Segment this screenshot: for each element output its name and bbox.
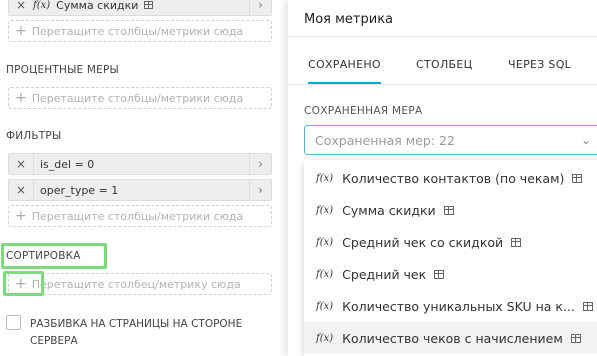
table-icon	[570, 333, 581, 343]
saved-metric-select[interactable]: Сохраненная мер: 22 ⌄	[304, 125, 597, 155]
function-icon: f(x)	[316, 268, 334, 280]
option-label: Средний чек со скидкой	[342, 234, 504, 250]
pagination-checkbox[interactable]	[6, 315, 21, 330]
option-label: Средний чек	[342, 266, 427, 282]
table-icon	[434, 269, 445, 279]
chevron-right-icon[interactable]: ›	[249, 0, 271, 15]
plus-icon: +	[15, 90, 27, 106]
popup-title: Моя метрика	[304, 12, 394, 27]
divider	[288, 84, 597, 85]
drop-placeholder: Перетащите столбцы/метрики сюда	[31, 91, 244, 105]
drop-placeholder: Перетащите столбцы/метрики сюда	[31, 24, 244, 38]
dropdown-option[interactable]: f(x) Количество уникальных SKU на к...	[304, 290, 597, 322]
percent-metrics-heading: ПРОЦЕНТНЫЕ МЕРЫ	[6, 64, 120, 76]
sorting-heading: СОРТИРОВКА	[6, 250, 81, 262]
close-icon[interactable]: ×	[9, 183, 33, 197]
filter-chip-label: is_del = 0	[33, 154, 249, 174]
table-icon	[144, 1, 154, 9]
option-label: Количество контактов (по чекам)	[342, 170, 565, 186]
tab-sql[interactable]: ЧЕРЕЗ SQL	[508, 58, 571, 71]
tab-column[interactable]: СТОЛБЕЦ	[416, 58, 472, 71]
select-placeholder: Сохраненная мер: 22	[315, 132, 455, 148]
function-icon: f(x)	[316, 332, 334, 344]
function-icon: f(x)	[316, 204, 334, 216]
chevron-right-icon[interactable]: ›	[249, 180, 271, 200]
filters-heading: ФИЛЬТРЫ	[6, 130, 62, 142]
function-icon: f(x)	[316, 300, 334, 312]
metric-chip-label: Сумма скидки	[56, 0, 139, 12]
dropdown-option[interactable]: f(x) Средний чек	[304, 258, 597, 290]
table-icon	[443, 205, 454, 215]
plus-icon: +	[15, 208, 27, 224]
metric-chip[interactable]: × f(x) Сумма скидки ›	[8, 0, 272, 16]
filter-chip-label: oper_type = 1	[33, 180, 249, 200]
sorting-drop-zone[interactable]: + Перетащите столбец/метрику сюда	[8, 273, 272, 295]
tab-saved[interactable]: СОХРАНЕНО	[308, 58, 381, 84]
option-label: Сумма скидки	[342, 202, 436, 218]
filters-drop-zone[interactable]: + Перетащите столбцы/метрики сюда	[8, 205, 272, 227]
drop-placeholder: Перетащите столбцы/метрики сюда	[31, 209, 244, 223]
plus-icon: +	[15, 23, 27, 39]
table-icon	[572, 173, 583, 183]
filter-chip[interactable]: × oper_type = 1 ›	[8, 179, 272, 201]
metrics-drop-zone[interactable]: + Перетащите столбцы/метрики сюда	[8, 20, 272, 42]
query-panel: × f(x) Сумма скидки › + Перетащите столб…	[0, 0, 286, 356]
option-label: Количество уникальных SKU на к...	[342, 298, 575, 314]
pagination-label: РАЗБИВКА НА СТРАНИЦЫ НА СТОРОНЕ СЕРВЕРА	[30, 318, 243, 347]
chevron-right-icon[interactable]: ›	[249, 154, 271, 174]
close-icon[interactable]: ×	[9, 0, 33, 12]
function-icon: f(x)	[33, 0, 51, 11]
close-icon[interactable]: ×	[9, 157, 33, 171]
option-label: Количество чеков с начислением	[342, 330, 563, 346]
saved-metric-dropdown: f(x) Количество контактов (по чекам) f(x…	[304, 160, 597, 356]
table-icon	[511, 237, 522, 247]
dropdown-option[interactable]: f(x) Средний чек со скидкой	[304, 226, 597, 258]
dropdown-option[interactable]: f(x) Количество контактов (по чекам)	[304, 162, 597, 194]
dropdown-option[interactable]: f(x) Количество чеков с начислением	[304, 322, 597, 354]
divider	[288, 36, 597, 37]
add-sort-highlight	[3, 271, 44, 296]
function-icon: f(x)	[316, 172, 334, 184]
sort-placeholder: Перетащите столбец/метрику сюда	[31, 277, 241, 291]
table-icon	[582, 301, 593, 311]
function-icon: f(x)	[316, 236, 334, 248]
saved-metric-label: СОХРАНЕННАЯ МЕРА	[304, 105, 423, 117]
chevron-down-icon: ⌄	[581, 133, 592, 147]
percent-metrics-drop-zone[interactable]: + Перетащите столбцы/метрики сюда	[8, 87, 272, 109]
filter-chip[interactable]: × is_del = 0 ›	[8, 153, 272, 175]
dropdown-option[interactable]: f(x) Сумма скидки	[304, 194, 597, 226]
